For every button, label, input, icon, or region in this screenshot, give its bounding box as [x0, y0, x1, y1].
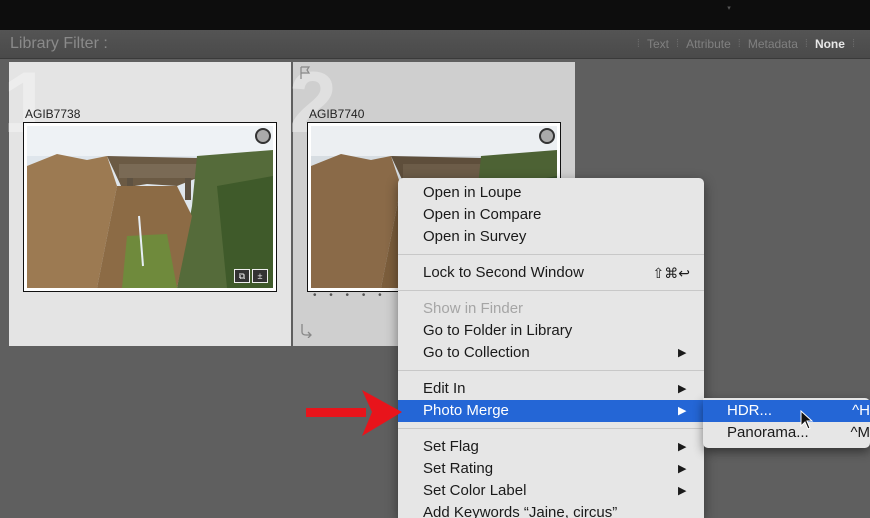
- filter-metadata-option[interactable]: Metadata: [748, 37, 798, 51]
- panel-collapse-icon[interactable]: ▾: [722, 5, 736, 12]
- menu-item-go-to-collection[interactable]: Go to Collection ▶: [398, 342, 704, 364]
- photo-merge-submenu: HDR... ^H Panorama... ^M: [703, 398, 870, 448]
- filter-separator: ⁞: [636, 38, 640, 50]
- menu-separator: [398, 254, 704, 255]
- submenu-arrow-icon: ▶: [678, 347, 687, 359]
- submenu-arrow-icon: ▶: [678, 463, 687, 475]
- filter-separator: ⁞: [804, 38, 808, 50]
- rating-dots[interactable]: • • • • •: [313, 290, 387, 301]
- submenu-arrow-icon: ▶: [678, 441, 687, 453]
- context-menu: Open in Loupe Open in Compare Open in Su…: [398, 178, 704, 518]
- shortcut-label: ^M: [850, 424, 870, 441]
- thumbnail-badges: ⧉ ±: [234, 269, 268, 283]
- grid-cell[interactable]: 1 AGIB7738 ⧉ ±: [3, 55, 291, 346]
- develop-badge-icon[interactable]: ±: [252, 269, 268, 283]
- menu-item-open-in-survey[interactable]: Open in Survey: [398, 226, 704, 248]
- filter-attribute-option[interactable]: Attribute: [686, 37, 731, 51]
- rotate-icon[interactable]: [299, 322, 315, 338]
- filter-separator: ⁞: [737, 38, 741, 50]
- submenu-item-hdr[interactable]: HDR... ^H: [703, 400, 870, 422]
- menu-item-set-flag[interactable]: Set Flag ▶: [398, 436, 704, 458]
- menu-item-photo-merge[interactable]: Photo Merge ▶: [398, 400, 704, 422]
- menu-separator: [398, 428, 704, 429]
- filter-separator: ⁞: [676, 38, 680, 50]
- menu-item-show-in-finder: Show in Finder: [423, 300, 524, 317]
- library-filter-title: Library Filter :: [10, 35, 108, 52]
- filter-none-option[interactable]: None: [815, 37, 845, 51]
- filter-options: ⁞ Text ⁞ Attribute ⁞ Metadata ⁞ None ⁞: [630, 37, 862, 51]
- filter-text-option[interactable]: Text: [647, 37, 669, 51]
- collection-badge-icon[interactable]: ⧉: [234, 269, 250, 283]
- photo-thumbnail[interactable]: ⧉ ±: [23, 122, 277, 292]
- shortcut-label: ⇧⌘↩: [652, 265, 690, 281]
- menu-item-lock-to-second-window[interactable]: Lock to Second Window ⇧⌘↩: [398, 262, 704, 284]
- filter-separator: ⁞: [851, 38, 855, 50]
- submenu-arrow-icon: ▶: [678, 405, 687, 417]
- submenu-arrow-icon: ▶: [678, 383, 687, 395]
- badge-circle-icon[interactable]: [255, 128, 271, 144]
- menu-separator: [398, 290, 704, 291]
- photo-filename: AGIB7740: [309, 107, 365, 121]
- library-filter-bar: Library Filter : ⁞ Text ⁞ Attribute ⁞ Me…: [0, 30, 870, 59]
- menu-item-edit-in[interactable]: Edit In ▶: [398, 378, 704, 400]
- menu-separator: [398, 370, 704, 371]
- annotation-arrow-icon: [306, 390, 402, 436]
- submenu-arrow-icon: ▶: [678, 485, 687, 497]
- top-panel-bar: ▾: [0, 0, 870, 30]
- photo-filename: AGIB7738: [25, 107, 81, 121]
- submenu-item-panorama[interactable]: Panorama... ^M: [703, 422, 870, 444]
- menu-item-set-color-label[interactable]: Set Color Label ▶: [398, 480, 704, 502]
- menu-item-set-rating[interactable]: Set Rating ▶: [398, 458, 704, 480]
- mouse-cursor-icon: [800, 410, 814, 430]
- menu-item-open-in-compare[interactable]: Open in Compare: [398, 204, 704, 226]
- menu-item-add-keywords[interactable]: Add Keywords “Jaine, circus”: [398, 502, 704, 518]
- flag-icon[interactable]: [299, 66, 311, 80]
- menu-item-open-in-loupe[interactable]: Open in Loupe: [398, 182, 704, 204]
- badge-circle-icon[interactable]: [539, 128, 555, 144]
- photo-image: [27, 126, 273, 288]
- shortcut-label: ^H: [852, 402, 870, 419]
- menu-item-go-to-folder[interactable]: Go to Folder in Library: [398, 320, 704, 342]
